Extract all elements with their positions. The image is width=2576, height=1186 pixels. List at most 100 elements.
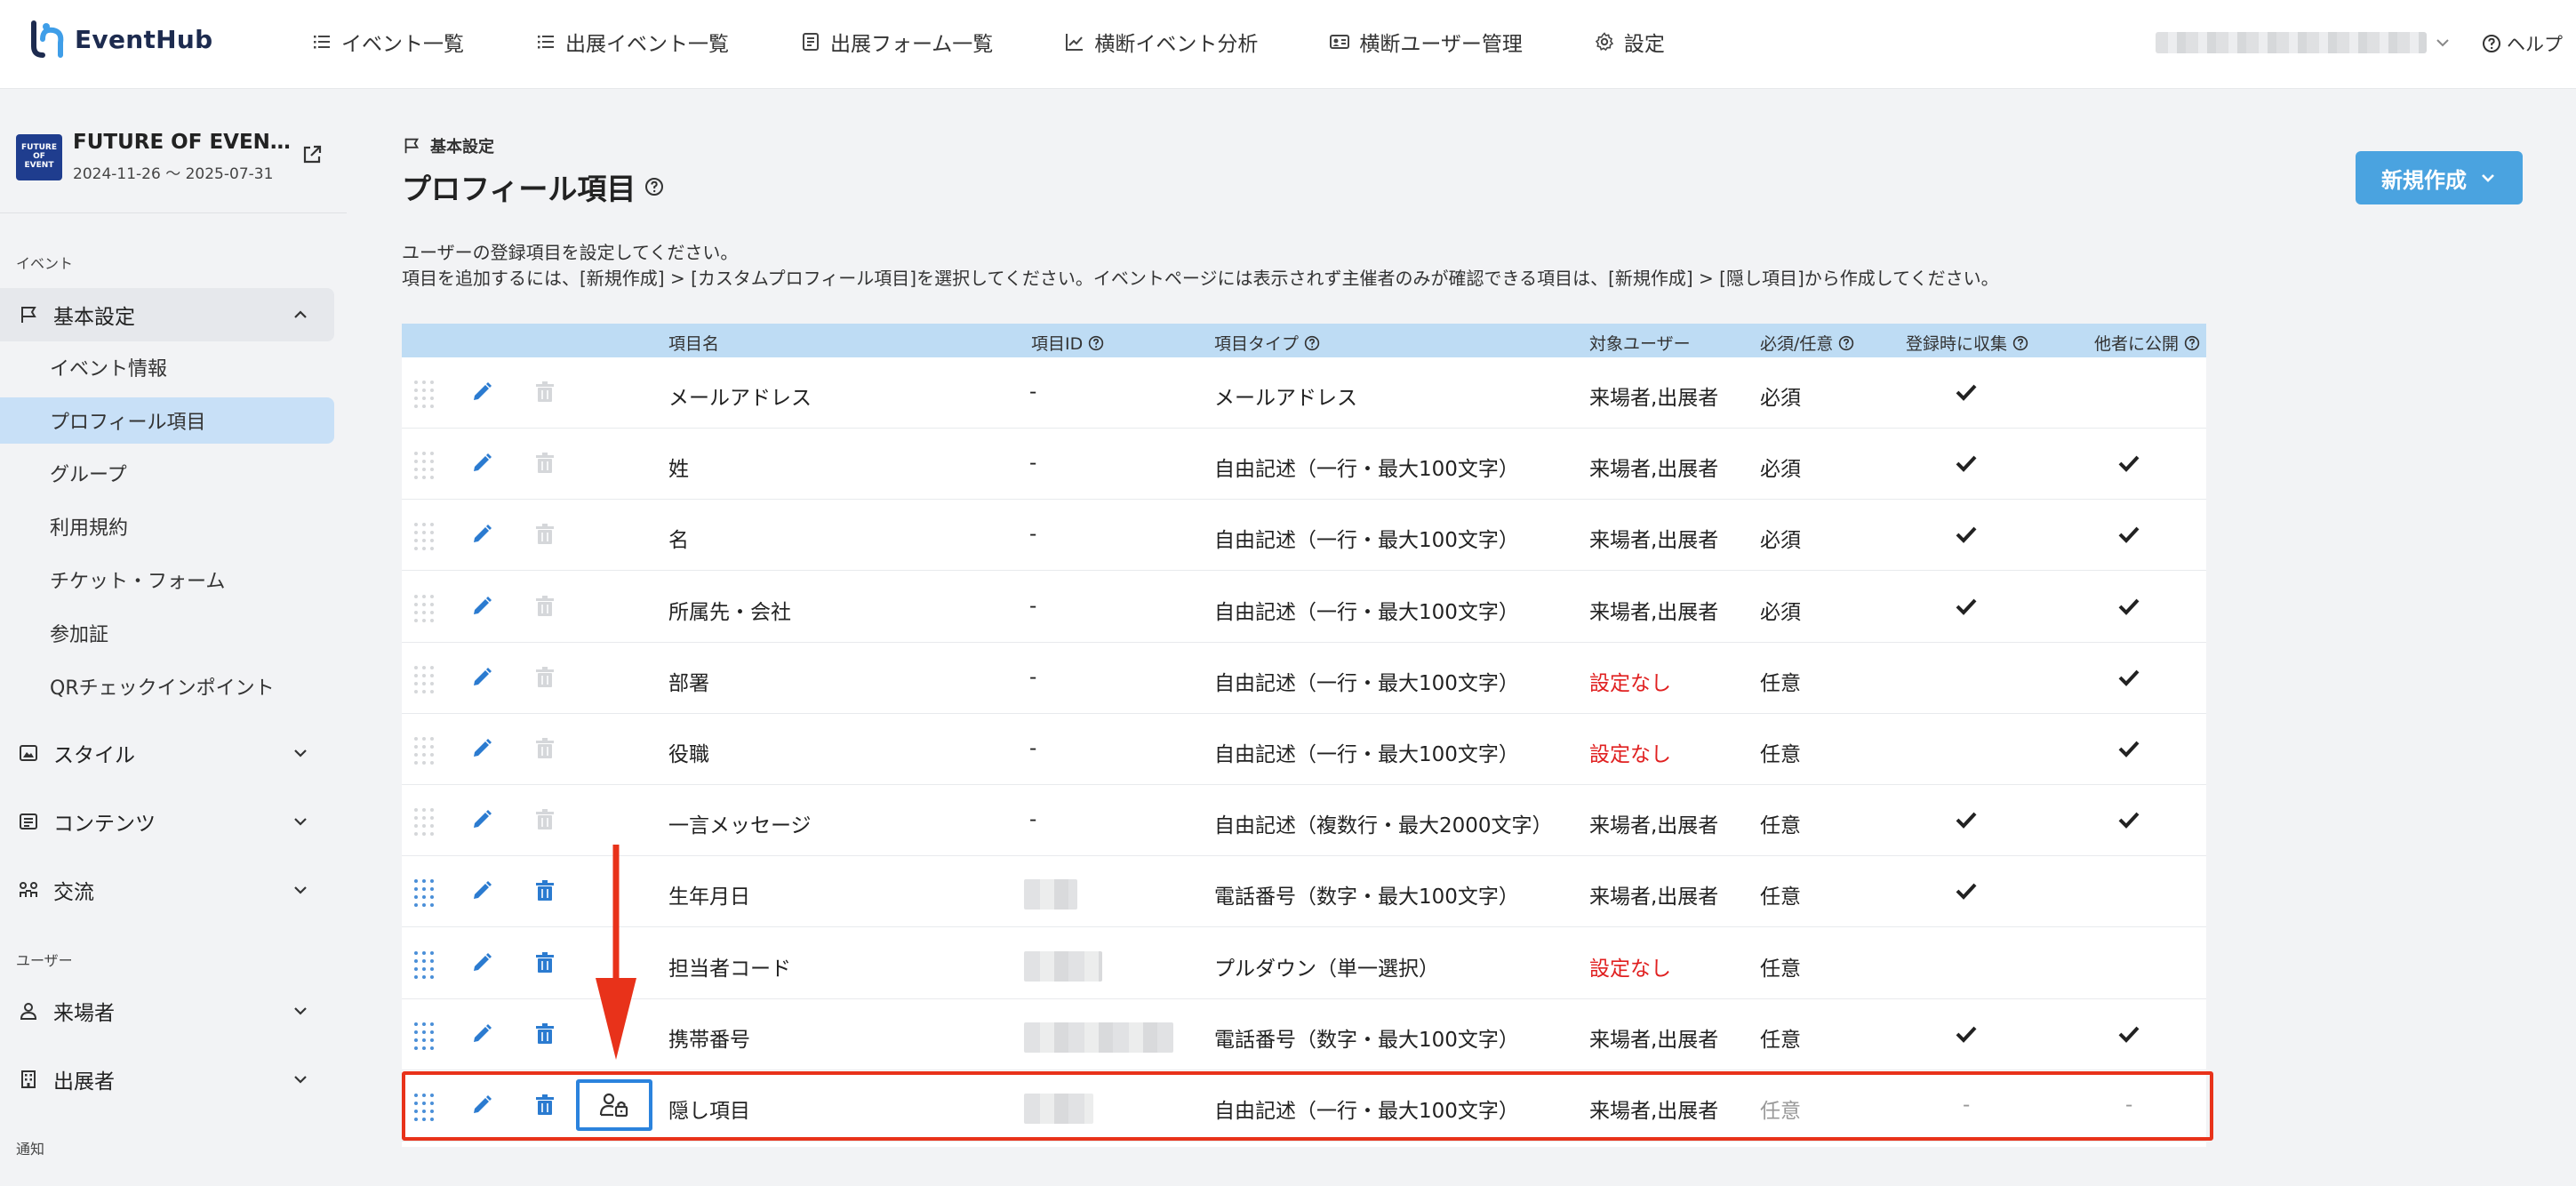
pencil-icon[interactable]: [470, 1022, 493, 1046]
header-label: 項目ID: [1031, 334, 1084, 354]
pencil-icon[interactable]: [470, 381, 493, 404]
chevron-down-icon: [294, 818, 307, 826]
cell-type: 自由記述（一行・最大100文字）: [1214, 743, 1519, 766]
cell-id: -: [1029, 737, 1037, 760]
table-row: 一言メッセージ - 自由記述（複数行・最大2000文字） 来場者,出展者 任意: [402, 785, 2206, 857]
chevron-down-icon: [294, 1007, 307, 1015]
breadcrumb: 基本設定: [402, 134, 494, 157]
sidebar-item-profile-fields[interactable]: プロフィール項目: [0, 397, 334, 444]
trash-icon: [536, 809, 554, 830]
sidebar-item-terms[interactable]: 利用規約: [0, 503, 334, 549]
pencil-icon[interactable]: [470, 595, 493, 618]
cell-name: 所属先・会社: [668, 600, 791, 624]
user-account-menu[interactable]: [2156, 32, 2427, 53]
header-label: 他者に公開: [2094, 334, 2180, 354]
nav-exhibit-event-list[interactable]: 出展イベント一覧: [535, 27, 729, 57]
cell-type: 自由記述（一行・最大100文字）: [1214, 600, 1519, 624]
help-circle-icon[interactable]: [644, 177, 664, 196]
chevron-down-icon: [294, 886, 307, 894]
header-label: 登録時に収集: [1906, 334, 2008, 354]
header-required: 必須/任意: [1760, 331, 1854, 355]
brand-logo[interactable]: EventHub: [28, 20, 213, 59]
cell-required: 任意: [1760, 885, 1801, 910]
sidebar-group-exchange[interactable]: 交流: [0, 863, 334, 917]
cell-type: プルダウン（単一選択）: [1214, 957, 1439, 981]
pencil-icon[interactable]: [470, 737, 493, 760]
help-link[interactable]: ヘルプ: [2482, 30, 2563, 57]
drag-handle-icon[interactable]: [412, 950, 437, 980]
cell-target: 来場者,出展者: [1589, 458, 1719, 482]
profile-fields-table: 項目名 項目ID 項目タイプ 対象ユーザー 必須/任意 登録時に収集 他者に公開…: [402, 324, 2206, 1147]
cell-required: 任意: [1760, 671, 1801, 695]
cell-name: 名: [668, 529, 689, 553]
check-icon: [2118, 1026, 2140, 1043]
table-row: 生年月日 電話番号（数字・最大100文字） 来場者,出展者 任意: [402, 856, 2206, 928]
sidebar-item-badge[interactable]: 参加証: [0, 610, 334, 656]
cell-name: 役職: [668, 743, 709, 766]
cell-name: 姓: [668, 458, 689, 482]
pencil-icon[interactable]: [470, 523, 493, 546]
check-icon: [2118, 669, 2140, 686]
table-row: 名 - 自由記述（一行・最大100文字） 来場者,出展者 必須: [402, 500, 2206, 572]
chevron-up-icon: [294, 310, 307, 318]
drag-handle-icon[interactable]: [412, 877, 437, 908]
form-icon: [803, 33, 819, 51]
nav-settings[interactable]: 設定: [1594, 27, 1665, 57]
section-label-user: ユーザー: [16, 952, 73, 969]
trash-icon[interactable]: [533, 1022, 556, 1046]
chevron-down-icon[interactable]: [2434, 34, 2452, 52]
check-icon: [1956, 812, 1977, 829]
sidebar-group-exhibitor[interactable]: 出展者: [0, 1053, 334, 1106]
nav-event-list[interactable]: イベント一覧: [311, 27, 464, 57]
sidebar-group-content[interactable]: コンテンツ: [0, 795, 334, 848]
pencil-icon[interactable]: [470, 951, 493, 974]
cell-id-redacted: [1024, 879, 1077, 910]
table-row: 携帯番号 電話番号（数字・最大100文字） 来場者,出展者 任意: [402, 999, 2206, 1070]
cell-name: 携帯番号: [668, 1028, 750, 1052]
trash-icon[interactable]: [533, 951, 556, 974]
drag-handle-icon: [414, 523, 434, 551]
sidebar-item-qr-checkin[interactable]: QRチェックインポイント: [0, 663, 334, 709]
sidebar-group-basic-settings[interactable]: 基本設定: [0, 288, 334, 341]
check-icon: [1956, 384, 1977, 401]
sidebar-item-ticket-form[interactable]: チケット・フォーム: [0, 557, 334, 603]
sidebar-group-label: コンテンツ: [53, 813, 156, 836]
cell-id-redacted: [1024, 950, 1102, 982]
cell-type: 電話番号（数字・最大100文字）: [1214, 1028, 1519, 1052]
cell-target: 来場者,出展者: [1589, 529, 1719, 553]
cell-required: 任意: [1760, 743, 1801, 766]
nav-cross-user-management[interactable]: 横断ユーザー管理: [1329, 27, 1523, 57]
sidebar-item-event-info[interactable]: イベント情報: [0, 344, 334, 390]
check-icon: [2118, 741, 2140, 757]
pencil-icon[interactable]: [470, 452, 493, 475]
table-row: 担当者コード プルダウン（単一選択） 設定なし 任意: [402, 928, 2206, 999]
help-circle-icon[interactable]: [1838, 335, 1854, 351]
cell-type: 自由記述（複数行・最大2000文字）: [1214, 814, 1553, 838]
chevron-down-icon: [294, 749, 307, 757]
table-header: 項目名 項目ID 項目タイプ 対象ユーザー 必須/任意 登録時に収集 他者に公開: [402, 324, 2206, 357]
help-circle-icon[interactable]: [2184, 335, 2200, 351]
gear-icon: [1595, 32, 1614, 52]
cell-target: 設定なし: [1589, 671, 1671, 695]
help-circle-icon[interactable]: [1088, 335, 1104, 351]
nav-cross-event-analysis[interactable]: 横断イベント分析: [1064, 27, 1258, 57]
help-circle-icon[interactable]: [1304, 335, 1320, 351]
drag-handle-icon: [414, 808, 434, 837]
pencil-icon[interactable]: [470, 879, 493, 902]
pencil-icon[interactable]: [470, 666, 493, 689]
trash-icon[interactable]: [533, 879, 556, 902]
sidebar: FUTURE OF EVENT FUTURE OF EVEN… 2024-11-…: [0, 90, 347, 1186]
sidebar-item-groups[interactable]: グループ: [0, 450, 334, 496]
sidebar-group-style[interactable]: スタイル: [0, 726, 334, 780]
pencil-icon[interactable]: [470, 808, 493, 831]
event-logo: FUTURE OF EVENT: [16, 134, 62, 180]
header-label: 必須/任意: [1760, 334, 1834, 354]
new-create-button[interactable]: 新規作成: [2356, 151, 2523, 204]
nav-exhibit-form-list[interactable]: 出展フォーム一覧: [800, 27, 993, 57]
external-link-icon[interactable]: [300, 143, 324, 166]
drag-handle-icon[interactable]: [412, 1021, 437, 1051]
sidebar-group-visitor[interactable]: 来場者: [0, 984, 334, 1038]
chevron-down-icon: [2482, 174, 2494, 182]
help-circle-icon[interactable]: [2012, 335, 2028, 351]
cell-id: -: [1029, 808, 1037, 832]
